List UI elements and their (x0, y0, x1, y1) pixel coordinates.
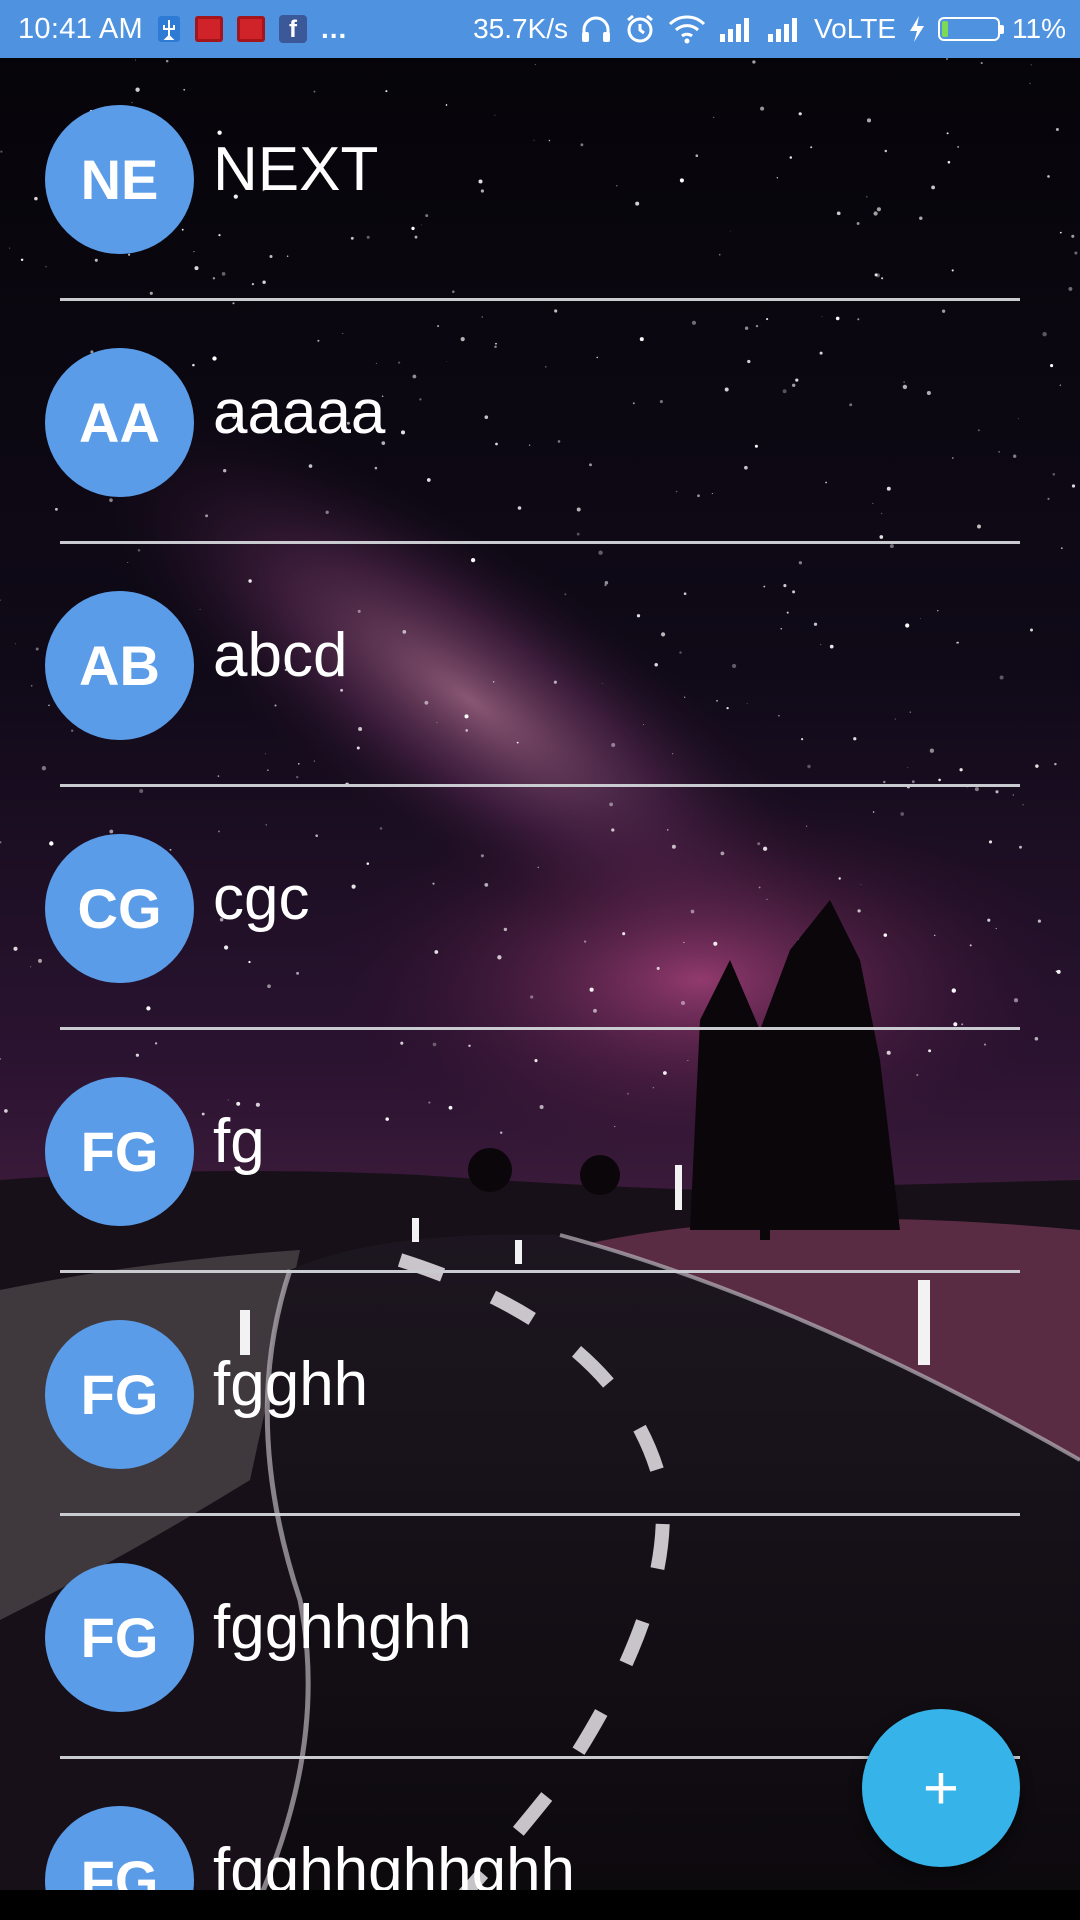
battery-percent: 11% (1012, 13, 1066, 44)
red-app-icon (236, 16, 265, 42)
avatar: FG (45, 1320, 194, 1469)
network-speed: 35.7K/s (473, 13, 569, 44)
battery-icon (938, 17, 1005, 41)
contact-list[interactable]: NE NEXT AA aaaaa AB abcd CG cgc FG fg FG… (0, 58, 1080, 1890)
red-app-icon (194, 16, 223, 42)
avatar: NE (45, 105, 194, 254)
headphones-icon (580, 14, 612, 44)
list-item[interactable]: AB abcd (0, 544, 1080, 787)
avatar: FG (45, 1563, 194, 1712)
battery-level-fill (942, 21, 949, 37)
facebook-icon: f (278, 15, 307, 43)
list-item[interactable]: FG fgghh (0, 1273, 1080, 1516)
list-item-title: fgghh (213, 1350, 369, 1419)
plus-icon: + (922, 1753, 960, 1823)
status-bar: 10:41 AM f ... 35.7K/s VoLTE 11% (0, 0, 1080, 58)
list-item-title: cgc (213, 864, 310, 933)
list-item[interactable]: FG fg (0, 1030, 1080, 1273)
list-item-title: abcd (213, 621, 348, 690)
list-item[interactable]: CG cgc (0, 787, 1080, 1030)
avatar: FG (45, 1806, 194, 1890)
signal-icon (766, 16, 802, 42)
screen-bottom-edge (0, 1890, 1080, 1920)
list-item-title: fgghhghh (213, 1593, 472, 1662)
avatar: CG (45, 834, 194, 983)
lightning-icon (908, 15, 926, 43)
usb-debug-icon (157, 15, 181, 43)
list-item-title: NEXT (213, 135, 379, 204)
more-notifications-indicator: ... (320, 13, 348, 44)
wifi-icon (668, 14, 706, 44)
add-button[interactable]: + (862, 1709, 1020, 1867)
list-item-title: fgghhghhghh (213, 1836, 576, 1890)
list-item-title: fg (213, 1107, 265, 1176)
list-item-title: aaaaa (213, 378, 386, 447)
app-screen: 10:41 AM f ... 35.7K/s VoLTE 11% NE NEXT… (0, 0, 1080, 1920)
clock-time: 10:41 AM (18, 12, 143, 45)
signal-icon (718, 16, 754, 42)
list-item[interactable]: AA aaaaa (0, 301, 1080, 544)
network-type-label: VoLTE (814, 13, 897, 44)
alarm-icon (624, 13, 656, 45)
avatar: AA (45, 348, 194, 497)
list-item[interactable]: NE NEXT (0, 58, 1080, 301)
avatar: AB (45, 591, 194, 740)
avatar: FG (45, 1077, 194, 1226)
